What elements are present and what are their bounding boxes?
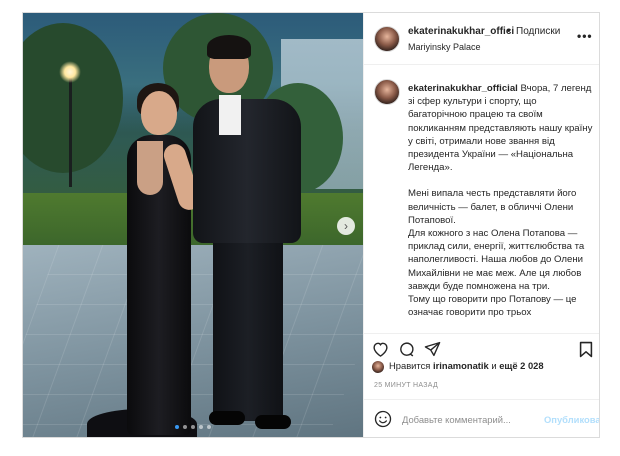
avatar[interactable] — [374, 26, 400, 52]
likes-user[interactable]: irinamonatik — [433, 360, 489, 371]
header-separator: • — [507, 26, 511, 37]
caption-text: ekaterinakukhar_official Вчора, 7 легенд… — [408, 82, 594, 319]
man-suit — [193, 99, 301, 243]
post-header: ekaterinakukhar_offici • Подписки Mariyi… — [364, 13, 599, 65]
more-horizontal-icon[interactable]: ••• — [577, 29, 593, 43]
man-shoe — [255, 415, 291, 429]
caption-paragraph: Для кожного з нас Олена Потапова — прикл… — [408, 228, 585, 292]
emoji-icon[interactable] — [374, 410, 392, 428]
woman-back — [137, 141, 163, 195]
bookmark-icon[interactable] — [576, 339, 596, 359]
man-legs — [213, 241, 283, 421]
caption-paragraph: Тому що говорити про Потапову — це означ… — [408, 294, 577, 319]
photo-lamp-post — [69, 77, 72, 187]
caption-username[interactable]: ekaterinakukhar_official — [408, 83, 518, 94]
action-bar — [364, 333, 599, 363]
carousel-next-button[interactable]: › — [337, 217, 355, 235]
photo-lamp — [59, 61, 81, 83]
photo-tiles — [23, 245, 363, 437]
carousel-dot — [191, 425, 195, 429]
carousel-dot — [175, 425, 179, 429]
likes-summary: Нравится irinamonatik и ещё 2 028 — [372, 360, 597, 376]
comment-input[interactable] — [402, 410, 542, 428]
man-hair — [207, 35, 251, 59]
timestamp[interactable]: 25 МИНУТ НАЗАД — [374, 382, 438, 389]
man-shoe — [209, 411, 245, 425]
header-username[interactable]: ekaterinakukhar_offici — [408, 26, 514, 37]
carousel-dots — [175, 425, 211, 429]
location-link[interactable]: Mariyinsky Palace — [408, 42, 481, 52]
follow-button[interactable]: Подписки — [516, 26, 560, 37]
comment-icon[interactable] — [396, 339, 416, 359]
chevron-right-icon: › — [344, 219, 348, 233]
carousel-dot — [183, 425, 187, 429]
post-sidebar: ekaterinakukhar_offici • Подписки Mariyi… — [363, 13, 599, 437]
man-shirt — [219, 95, 241, 135]
caption-paragraph: Мені випала честь представляти його вели… — [408, 188, 577, 226]
post-photo[interactable]: › — [23, 13, 363, 437]
caption-intro: Вчора, 7 легенд зі сфер культури і спорт… — [408, 83, 593, 174]
carousel-dot — [199, 425, 203, 429]
avatar[interactable] — [374, 79, 400, 105]
woman-head — [141, 91, 177, 135]
caption: ekaterinakukhar_official Вчора, 7 легенд… — [364, 65, 599, 333]
likes-count[interactable]: ещё 2 028 — [499, 360, 543, 371]
comment-box: Опубликовать — [364, 399, 599, 437]
heart-icon[interactable] — [370, 339, 390, 359]
likes-mid: и — [491, 360, 497, 371]
send-icon[interactable] — [422, 339, 442, 359]
carousel-dot — [207, 425, 211, 429]
instagram-post: › ekaterinakukhar_offici • Подписки Mari… — [22, 12, 600, 438]
avatar[interactable] — [372, 360, 384, 373]
post-comment-button[interactable]: Опубликовать — [544, 414, 599, 425]
likes-prefix: Нравится — [389, 360, 431, 371]
